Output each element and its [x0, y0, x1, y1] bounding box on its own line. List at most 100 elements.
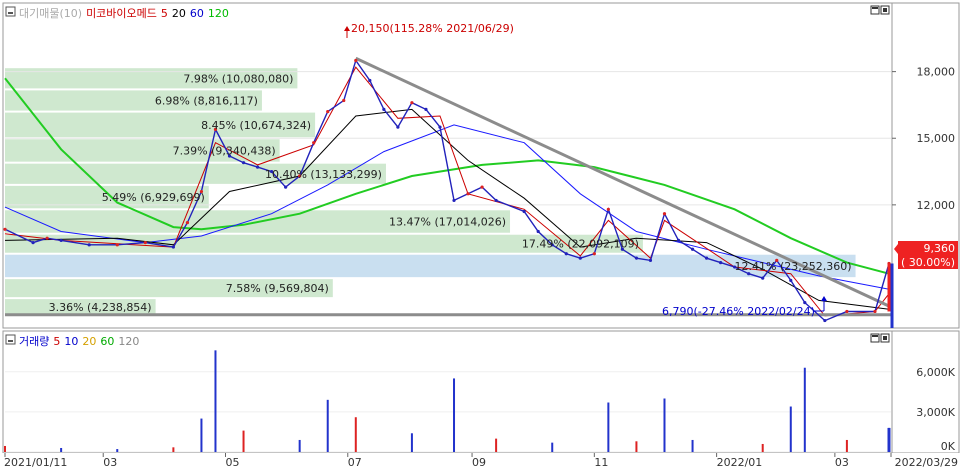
volume-legend-item-2: 10: [64, 335, 78, 348]
price-point-3: [59, 238, 63, 242]
volume-bar-0: [4, 445, 6, 452]
volume-tick-label-1: 3,000K: [916, 406, 955, 419]
price-point-40: [648, 258, 653, 262]
volume-bar-3: [172, 447, 175, 452]
price-point-36: [592, 252, 596, 256]
volume-panel-close-button[interactable]: [880, 333, 890, 343]
current-price-tag: 9,360 ( 30.00%): [894, 241, 958, 269]
price-scale-frame: [891, 2, 960, 329]
price-point-7: [171, 245, 175, 249]
price-point-30: [494, 198, 498, 203]
price-tick-label-0: 18,000: [917, 66, 956, 79]
volume-bar-17: [691, 439, 694, 452]
price-point-32: [536, 229, 540, 234]
price-point-5: [115, 243, 119, 247]
price-legend-item-0: 대기매물(10): [19, 7, 82, 20]
price-point-35: [578, 256, 582, 260]
date-tick-label-3: 07: [348, 456, 362, 468]
volume-tick-label-2: 0K: [941, 440, 956, 453]
volume-bar-1: [60, 447, 63, 452]
volume-profile-label-10: 7.98% (10,080,080): [183, 72, 293, 85]
price-point-0: [3, 227, 7, 231]
price-point-20: [354, 58, 358, 63]
chart-window: 3.36% (4,238,854) 7.58% (9,569,804) 12.41%…: [0, 0, 961, 469]
volume-legend-item-0: 거래량: [19, 335, 49, 348]
price-point-15: [284, 185, 288, 189]
date-tick-label-6: 2022/01: [717, 456, 763, 468]
price-point-45: [719, 261, 723, 265]
date-tick-label-2: 05: [225, 456, 239, 468]
volume-legend-item-4: 60: [100, 335, 114, 348]
price-legend: 대기매물(10) 미코바이오메드 5 20 60 120: [5, 6, 229, 20]
volume-bar-6: [242, 430, 245, 452]
volume-bar-13: [551, 442, 554, 452]
date-tick-label-5: 11: [594, 456, 608, 468]
volume-profile-label-0: 3.36% (4,238,854): [49, 301, 152, 314]
low-label: 6,790(-27.46% 2022/02/24): [662, 305, 815, 318]
price-point-24: [410, 101, 414, 105]
volume-profile-label-5: 5.49% (6,929,699): [102, 191, 205, 204]
date-tick-label-0: 2021/01/11: [4, 456, 67, 468]
volume-bar-20: [803, 367, 806, 452]
volume-tick-label-0: 6,000K: [916, 366, 955, 379]
volume-panel-icon: [5, 334, 16, 345]
price-legend-item-5: 120: [208, 7, 229, 20]
volume-legend-item-5: 120: [118, 335, 139, 348]
date-tick-label-1: 03: [103, 456, 117, 468]
volume-bar-4: [200, 418, 203, 452]
price-legend-item-3: 20: [172, 7, 186, 20]
price-point-4: [87, 243, 91, 247]
price-point-2: [45, 236, 49, 240]
price-point-53: [845, 309, 849, 314]
price-point-31: [522, 209, 526, 214]
price-point-54: [873, 309, 877, 314]
price-legend-item-4: 60: [190, 7, 204, 20]
price-point-22: [382, 107, 386, 111]
volume-legend: 거래량 5 10 20 60 120: [5, 334, 139, 348]
svg-text:대기매물(10)미코바이오메드52060120: 대기매물(10) 미코바이오메드 5 20 60 120: [19, 7, 229, 20]
price-point-6: [143, 241, 147, 245]
price-point-26: [438, 125, 442, 129]
price-point-17: [312, 141, 316, 145]
price-point-8: [185, 221, 190, 225]
current-change: ( 30.00%): [901, 256, 955, 269]
volume-profile-label-1: 7.58% (9,569,804): [226, 282, 329, 295]
stock-chart: 3.36% (4,238,854) 7.58% (9,569,804) 12.41%…: [0, 2, 961, 469]
volume-bar-9: [354, 417, 357, 452]
volume-bar-11: [453, 378, 456, 452]
volume-bar-18: [761, 443, 764, 452]
price-point-21: [368, 78, 372, 83]
price-tick-label-2: 12,000: [917, 199, 956, 212]
volume-bar-19: [789, 406, 792, 452]
volume-bar-2: [116, 449, 119, 452]
price-point-42: [676, 238, 681, 242]
price-point-39: [634, 256, 639, 260]
volume-profile-label-4: 13.47% (17,014,026): [389, 216, 506, 229]
volume-legend-item-3: 20: [82, 335, 96, 348]
current-price: 9,360: [924, 242, 956, 255]
price-point-48: [761, 276, 765, 280]
price-legend-item-1: 미코바이오메드: [86, 7, 157, 20]
volume-profile-label-8: 8.45% (10,674,324): [201, 119, 311, 132]
volume-bar-16: [663, 398, 666, 452]
price-legend-item-2: 5: [161, 7, 168, 20]
price-point-43: [690, 247, 695, 251]
price-point-23: [396, 125, 400, 129]
price-panel-maximize-button[interactable]: [870, 5, 880, 15]
price-panel-close-button[interactable]: [880, 5, 890, 15]
volume-bar-21: [845, 439, 848, 452]
date-tick-label-7: 03: [835, 456, 849, 468]
volume-profile-bar-2: [5, 254, 856, 278]
high-label: 20,150(115.28% 2021/06/29): [351, 22, 514, 35]
volume-bar-7: [298, 439, 301, 452]
volume-profile-label-3: 17.49% (22,092,109): [522, 238, 639, 251]
price-point-52: [823, 318, 827, 323]
price-point-1: [31, 241, 35, 245]
volume-panel-maximize-button[interactable]: [870, 333, 880, 343]
price-point-25: [424, 107, 428, 111]
volume-bar-15: [635, 441, 638, 452]
date-tick-label-4: 09: [472, 456, 486, 468]
price-point-27: [452, 198, 456, 203]
volume-legend-item-1: 5: [53, 335, 60, 348]
volume-bar-12: [495, 438, 498, 452]
